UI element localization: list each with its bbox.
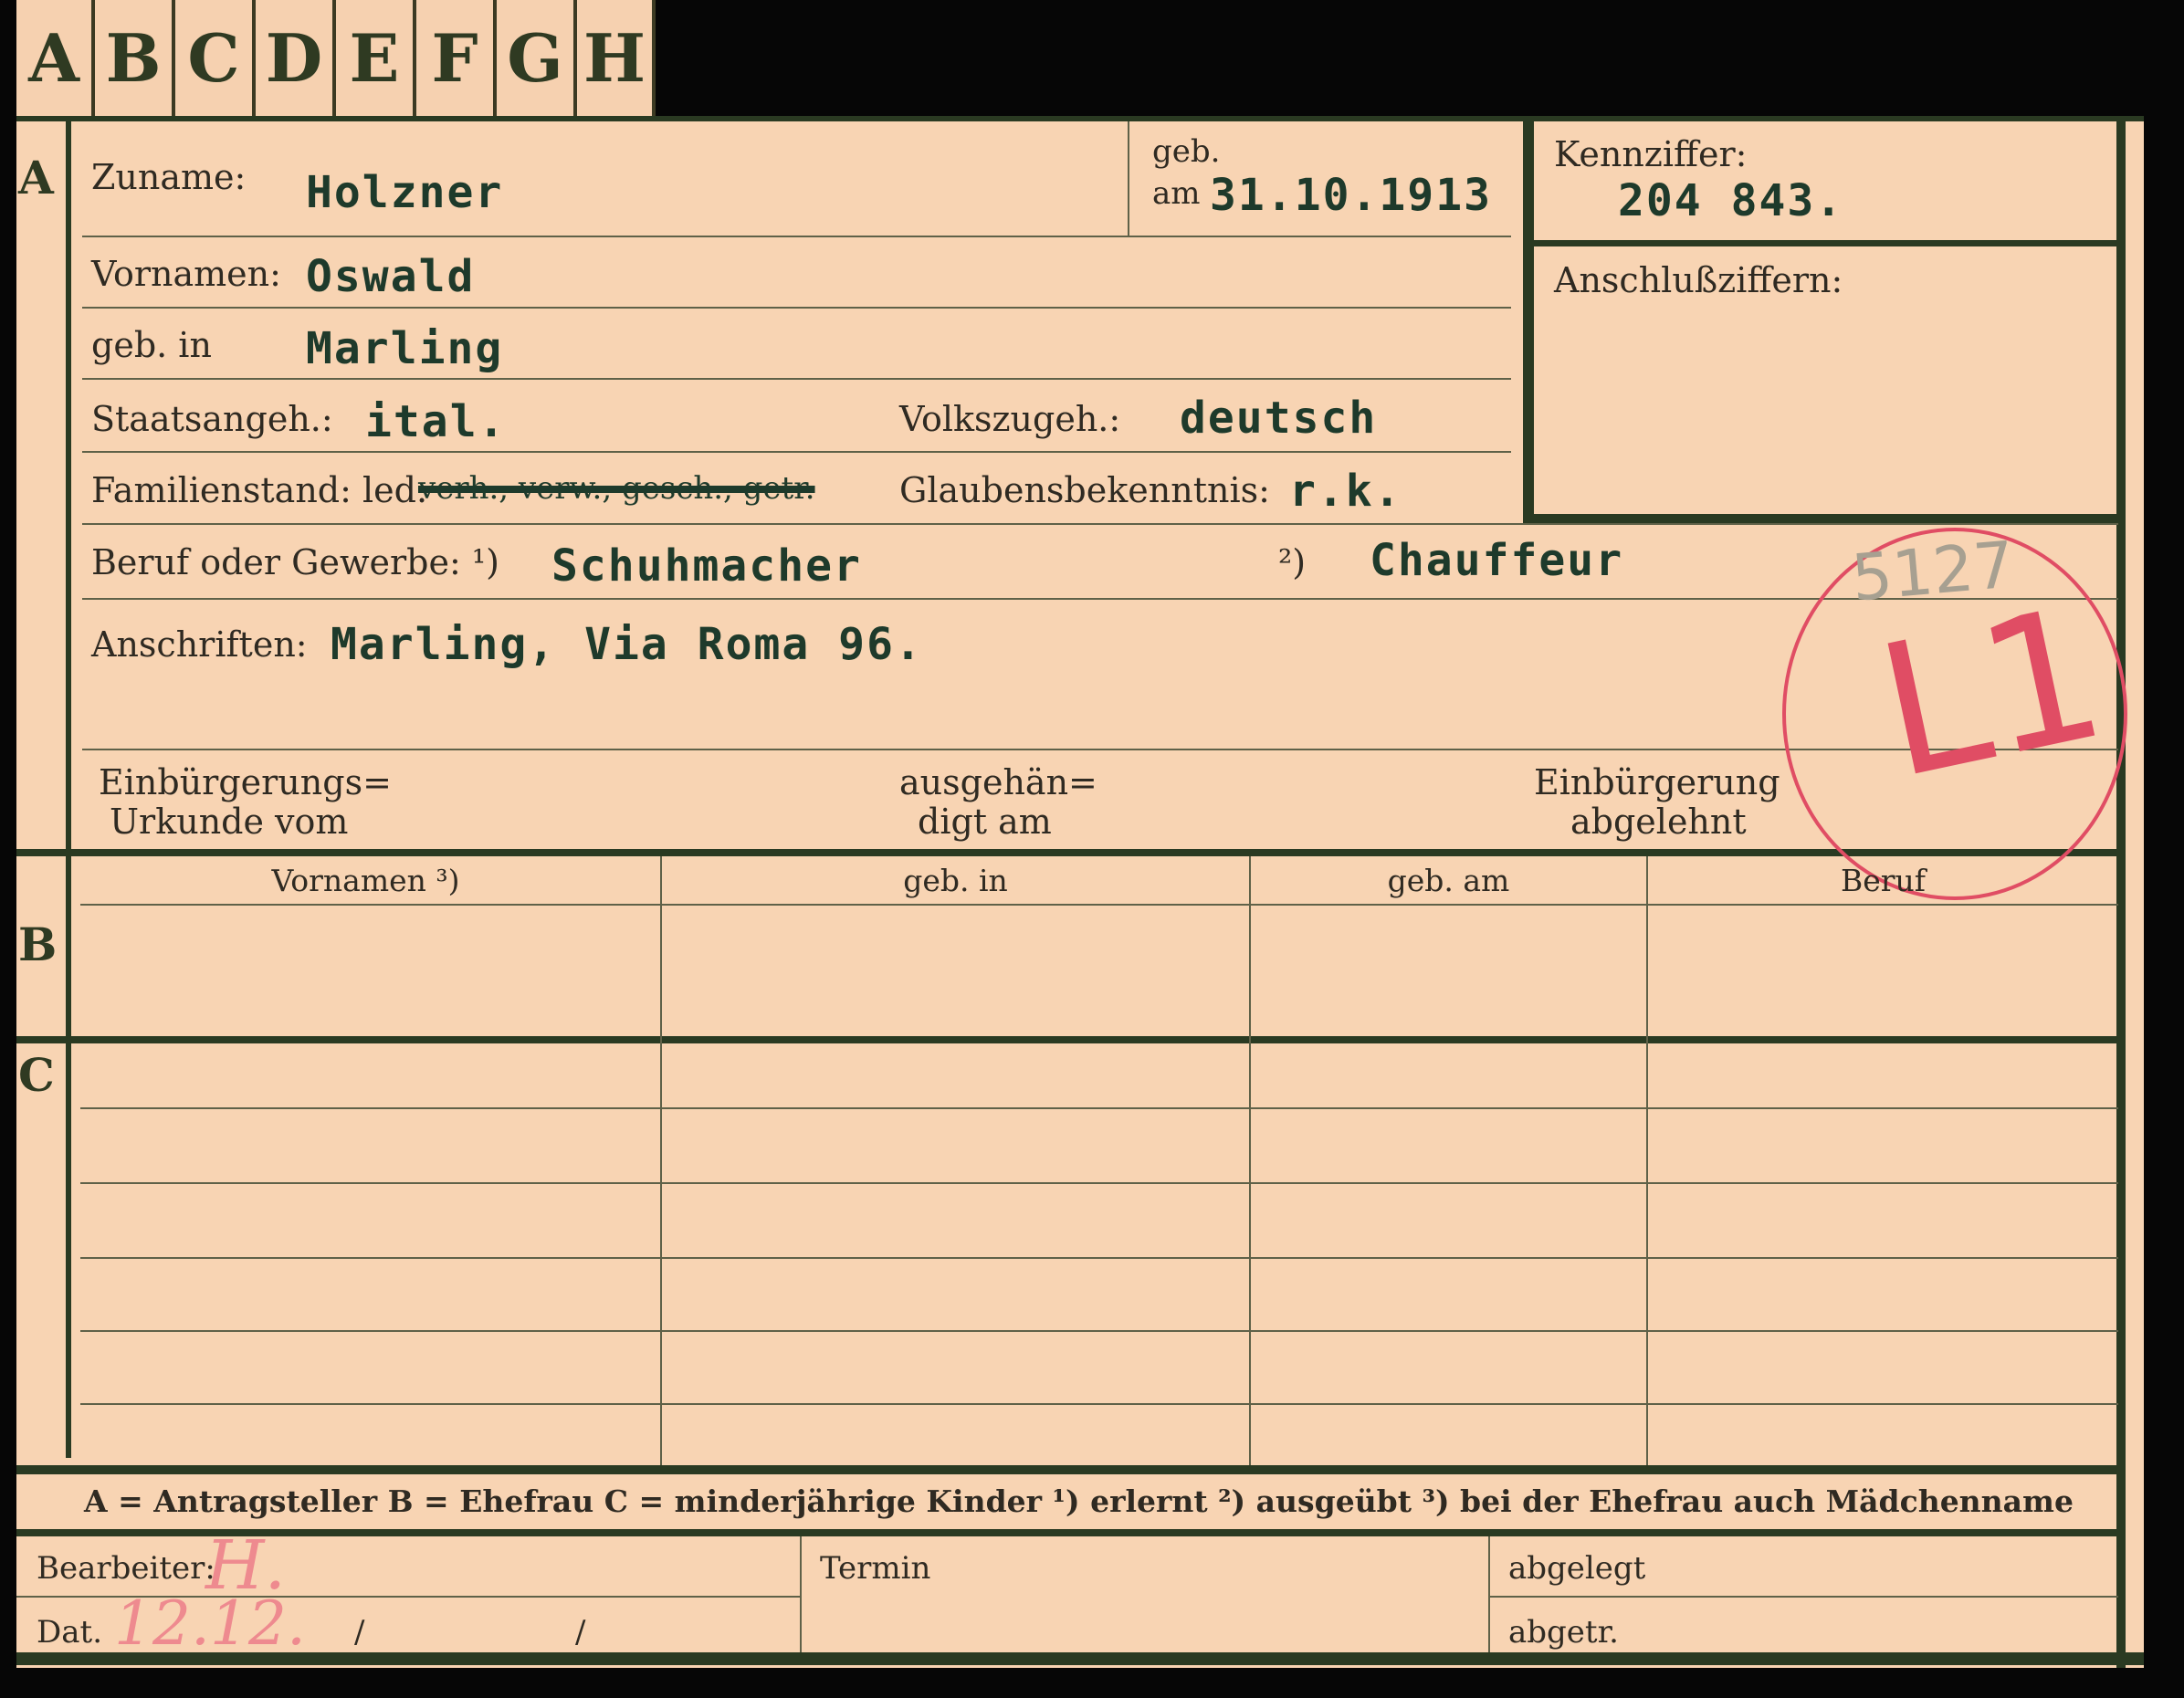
tab-letter[interactable]: H	[577, 0, 656, 116]
tab-letter[interactable]: G	[497, 0, 577, 116]
staat-value[interactable]: ital.	[365, 396, 507, 447]
kennziffer-value[interactable]: 204 843.	[1618, 175, 1843, 226]
tab-letter[interactable]: F	[416, 0, 497, 116]
rule	[82, 451, 1511, 453]
dat-label: Dat.	[37, 1614, 103, 1651]
beruf-mark-2: ²)	[1278, 542, 1307, 582]
vornamen-label: Vornamen:	[91, 254, 281, 294]
familien-crossed: verh., verw., gesch., getr.	[418, 470, 815, 507]
dat-value: 12.12.	[114, 1588, 306, 1659]
rule-vertical	[1128, 121, 1129, 236]
table-row-rule	[80, 1107, 2118, 1109]
tab-letter[interactable]: D	[256, 0, 336, 116]
legend: A = Antragsteller B = Ehefrau C = minder…	[84, 1483, 2074, 1519]
footer-divider	[800, 1536, 802, 1652]
section-letter-a: A	[18, 151, 54, 204]
frame-top	[16, 116, 2144, 121]
abgetr-label: abgetr.	[1508, 1614, 1619, 1651]
rule	[82, 236, 1511, 237]
termin-label: Termin	[820, 1550, 931, 1587]
rule	[82, 598, 2118, 600]
geb-label-am: am	[1152, 175, 1201, 212]
dat-separator-1: /	[354, 1614, 365, 1651]
section-a-bottom	[16, 849, 2121, 856]
beruf-value-2[interactable]: Chauffeur	[1370, 535, 1623, 586]
legend-bottom	[16, 1529, 2121, 1536]
vornamen-value[interactable]: Oswald	[306, 251, 475, 302]
anschrift-label: Anschriften:	[91, 624, 308, 665]
rule	[82, 523, 2118, 525]
footer-divider	[1488, 1536, 1490, 1652]
section-letter-c: C	[18, 1048, 55, 1102]
index-card: A B C D E F G H A B C Zuname: Holzner ge…	[0, 0, 2184, 1698]
rule	[80, 904, 2118, 906]
table-row-rule	[80, 1403, 2118, 1405]
bearbeiter-label: Bearbeiter:	[37, 1550, 215, 1587]
anschluss-label: Anschlußziffern:	[1554, 260, 1843, 300]
tab-letter[interactable]: B	[95, 0, 175, 116]
ausgeh-line2: digt am	[918, 802, 1052, 842]
glauben-label: Glaubensbekenntnis:	[899, 470, 1270, 510]
anschrift-value[interactable]: Marling, Via Roma 96.	[331, 619, 923, 670]
footer-rule	[1490, 1596, 2118, 1598]
stamp-code: L1	[1863, 566, 2121, 821]
beruf-value-1[interactable]: Schuhmacher	[551, 540, 862, 592]
section-letter-b: B	[18, 917, 58, 971]
table-row-rule	[80, 1330, 2118, 1332]
kennziffer-box-left	[1523, 121, 1534, 523]
geb-label-top: geb.	[1152, 133, 1221, 170]
section-b-bottom	[16, 1036, 2121, 1043]
zuname-value[interactable]: Holzner	[306, 167, 503, 218]
gebin-value[interactable]: Marling	[306, 323, 503, 374]
tab-letter[interactable]: C	[175, 0, 256, 116]
familien-label: Familienstand: led.	[91, 470, 428, 510]
kennziffer-label: Kennziffer:	[1554, 134, 1748, 174]
volk-label: Volkszugeh.:	[899, 399, 1121, 439]
column-divider	[1249, 856, 1251, 1470]
rule	[82, 307, 1511, 309]
section-divider-vertical	[66, 116, 71, 1458]
column-divider	[1646, 856, 1648, 1470]
geb-value[interactable]: 31.10.1913	[1210, 170, 1492, 221]
table-row-rule	[80, 1182, 2118, 1184]
rule	[82, 378, 1511, 380]
glauben-value[interactable]: r.k.	[1289, 466, 1402, 517]
table-header-gebin: geb. in	[903, 863, 1008, 898]
tab-letter[interactable]: A	[16, 0, 95, 116]
tab-letter[interactable]: E	[336, 0, 416, 116]
frame-bottom	[16, 1652, 2144, 1665]
abgelehnt-line2: abgelehnt	[1570, 802, 1747, 842]
einb-urkunde-line2: Urkunde vom	[110, 802, 349, 842]
kennziffer-box-bottom	[1523, 514, 2118, 523]
abgelegt-label: abgelegt	[1508, 1550, 1646, 1587]
staat-label: Staatsangeh.:	[91, 399, 333, 439]
ausgeh-line1: ausgehän=	[899, 762, 1097, 802]
table-header-gebam: geb. am	[1387, 863, 1510, 898]
table-row-rule	[80, 1257, 2118, 1259]
section-c-bottom	[16, 1465, 2121, 1474]
volk-value[interactable]: deutsch	[1180, 393, 1377, 444]
abgelehnt-line1: Einbürgerung	[1534, 762, 1780, 802]
dat-separator-2: /	[575, 1614, 586, 1651]
kennziffer-box-divider	[1534, 240, 2118, 246]
table-header-beruf: Beruf	[1840, 863, 1927, 898]
gebin-label: geb. in	[91, 325, 212, 365]
beruf-label: Beruf oder Gewerbe: ¹)	[91, 542, 499, 582]
zuname-label: Zuname:	[91, 157, 247, 197]
einb-urkunde-line1: Einbürgerungs=	[99, 762, 392, 802]
column-divider	[660, 856, 662, 1470]
table-header-vornamen: Vornamen ³)	[271, 863, 460, 898]
